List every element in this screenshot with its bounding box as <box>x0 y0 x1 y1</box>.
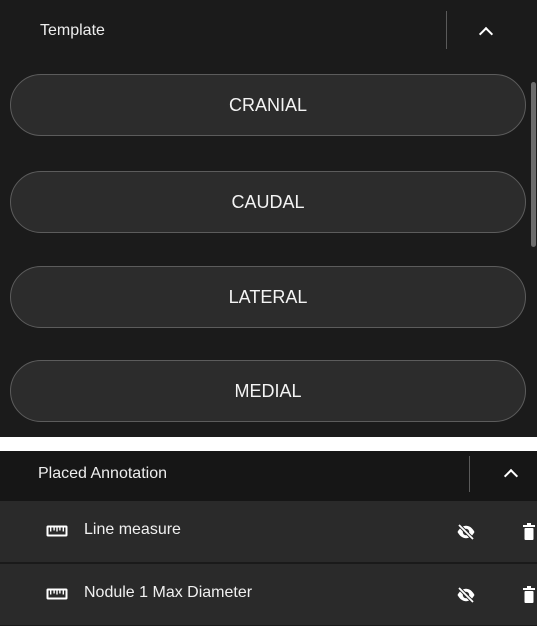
trash-icon[interactable] <box>523 586 535 603</box>
ruler-icon <box>46 525 68 537</box>
template-panel-header: Template <box>0 0 537 62</box>
annotation-label: Line measure <box>84 521 181 538</box>
annotation-row-nodule-1[interactable]: Nodule 1 Max Diameter <box>0 564 537 625</box>
template-button-medial[interactable]: MEDIAL <box>10 360 526 422</box>
chevron-up-icon <box>503 468 519 483</box>
ruler-icon <box>46 588 68 600</box>
placed-annotation-header: Placed Annotation <box>0 451 537 501</box>
header-divider <box>446 11 447 49</box>
annotation-label: Nodule 1 Max Diameter <box>84 584 253 601</box>
chevron-up-icon <box>478 26 494 41</box>
trash-icon[interactable] <box>523 523 535 540</box>
annotation-collapse-button[interactable] <box>493 458 529 488</box>
template-panel-title: Template <box>40 22 105 39</box>
template-collapse-button[interactable] <box>468 16 504 46</box>
placed-annotation-panel: Placed Annotation Line measure Nodule 1 … <box>0 451 537 626</box>
template-panel: Template CRANIAL CAUDAL LATERAL MEDIAL <box>0 0 537 437</box>
template-button-cranial[interactable]: CRANIAL <box>10 74 526 136</box>
template-button-list: CRANIAL CAUDAL LATERAL MEDIAL <box>0 62 537 437</box>
eye-slash-icon[interactable] <box>456 523 476 541</box>
annotation-row-line-measure[interactable]: Line measure <box>0 501 537 562</box>
header-divider <box>469 456 470 492</box>
scrollbar-thumb[interactable] <box>531 82 536 247</box>
template-button-caudal[interactable]: CAUDAL <box>10 171 526 233</box>
template-scrollbar[interactable] <box>529 62 537 437</box>
template-button-lateral[interactable]: LATERAL <box>10 266 526 328</box>
placed-annotation-title: Placed Annotation <box>38 465 167 482</box>
eye-slash-icon[interactable] <box>456 586 476 604</box>
